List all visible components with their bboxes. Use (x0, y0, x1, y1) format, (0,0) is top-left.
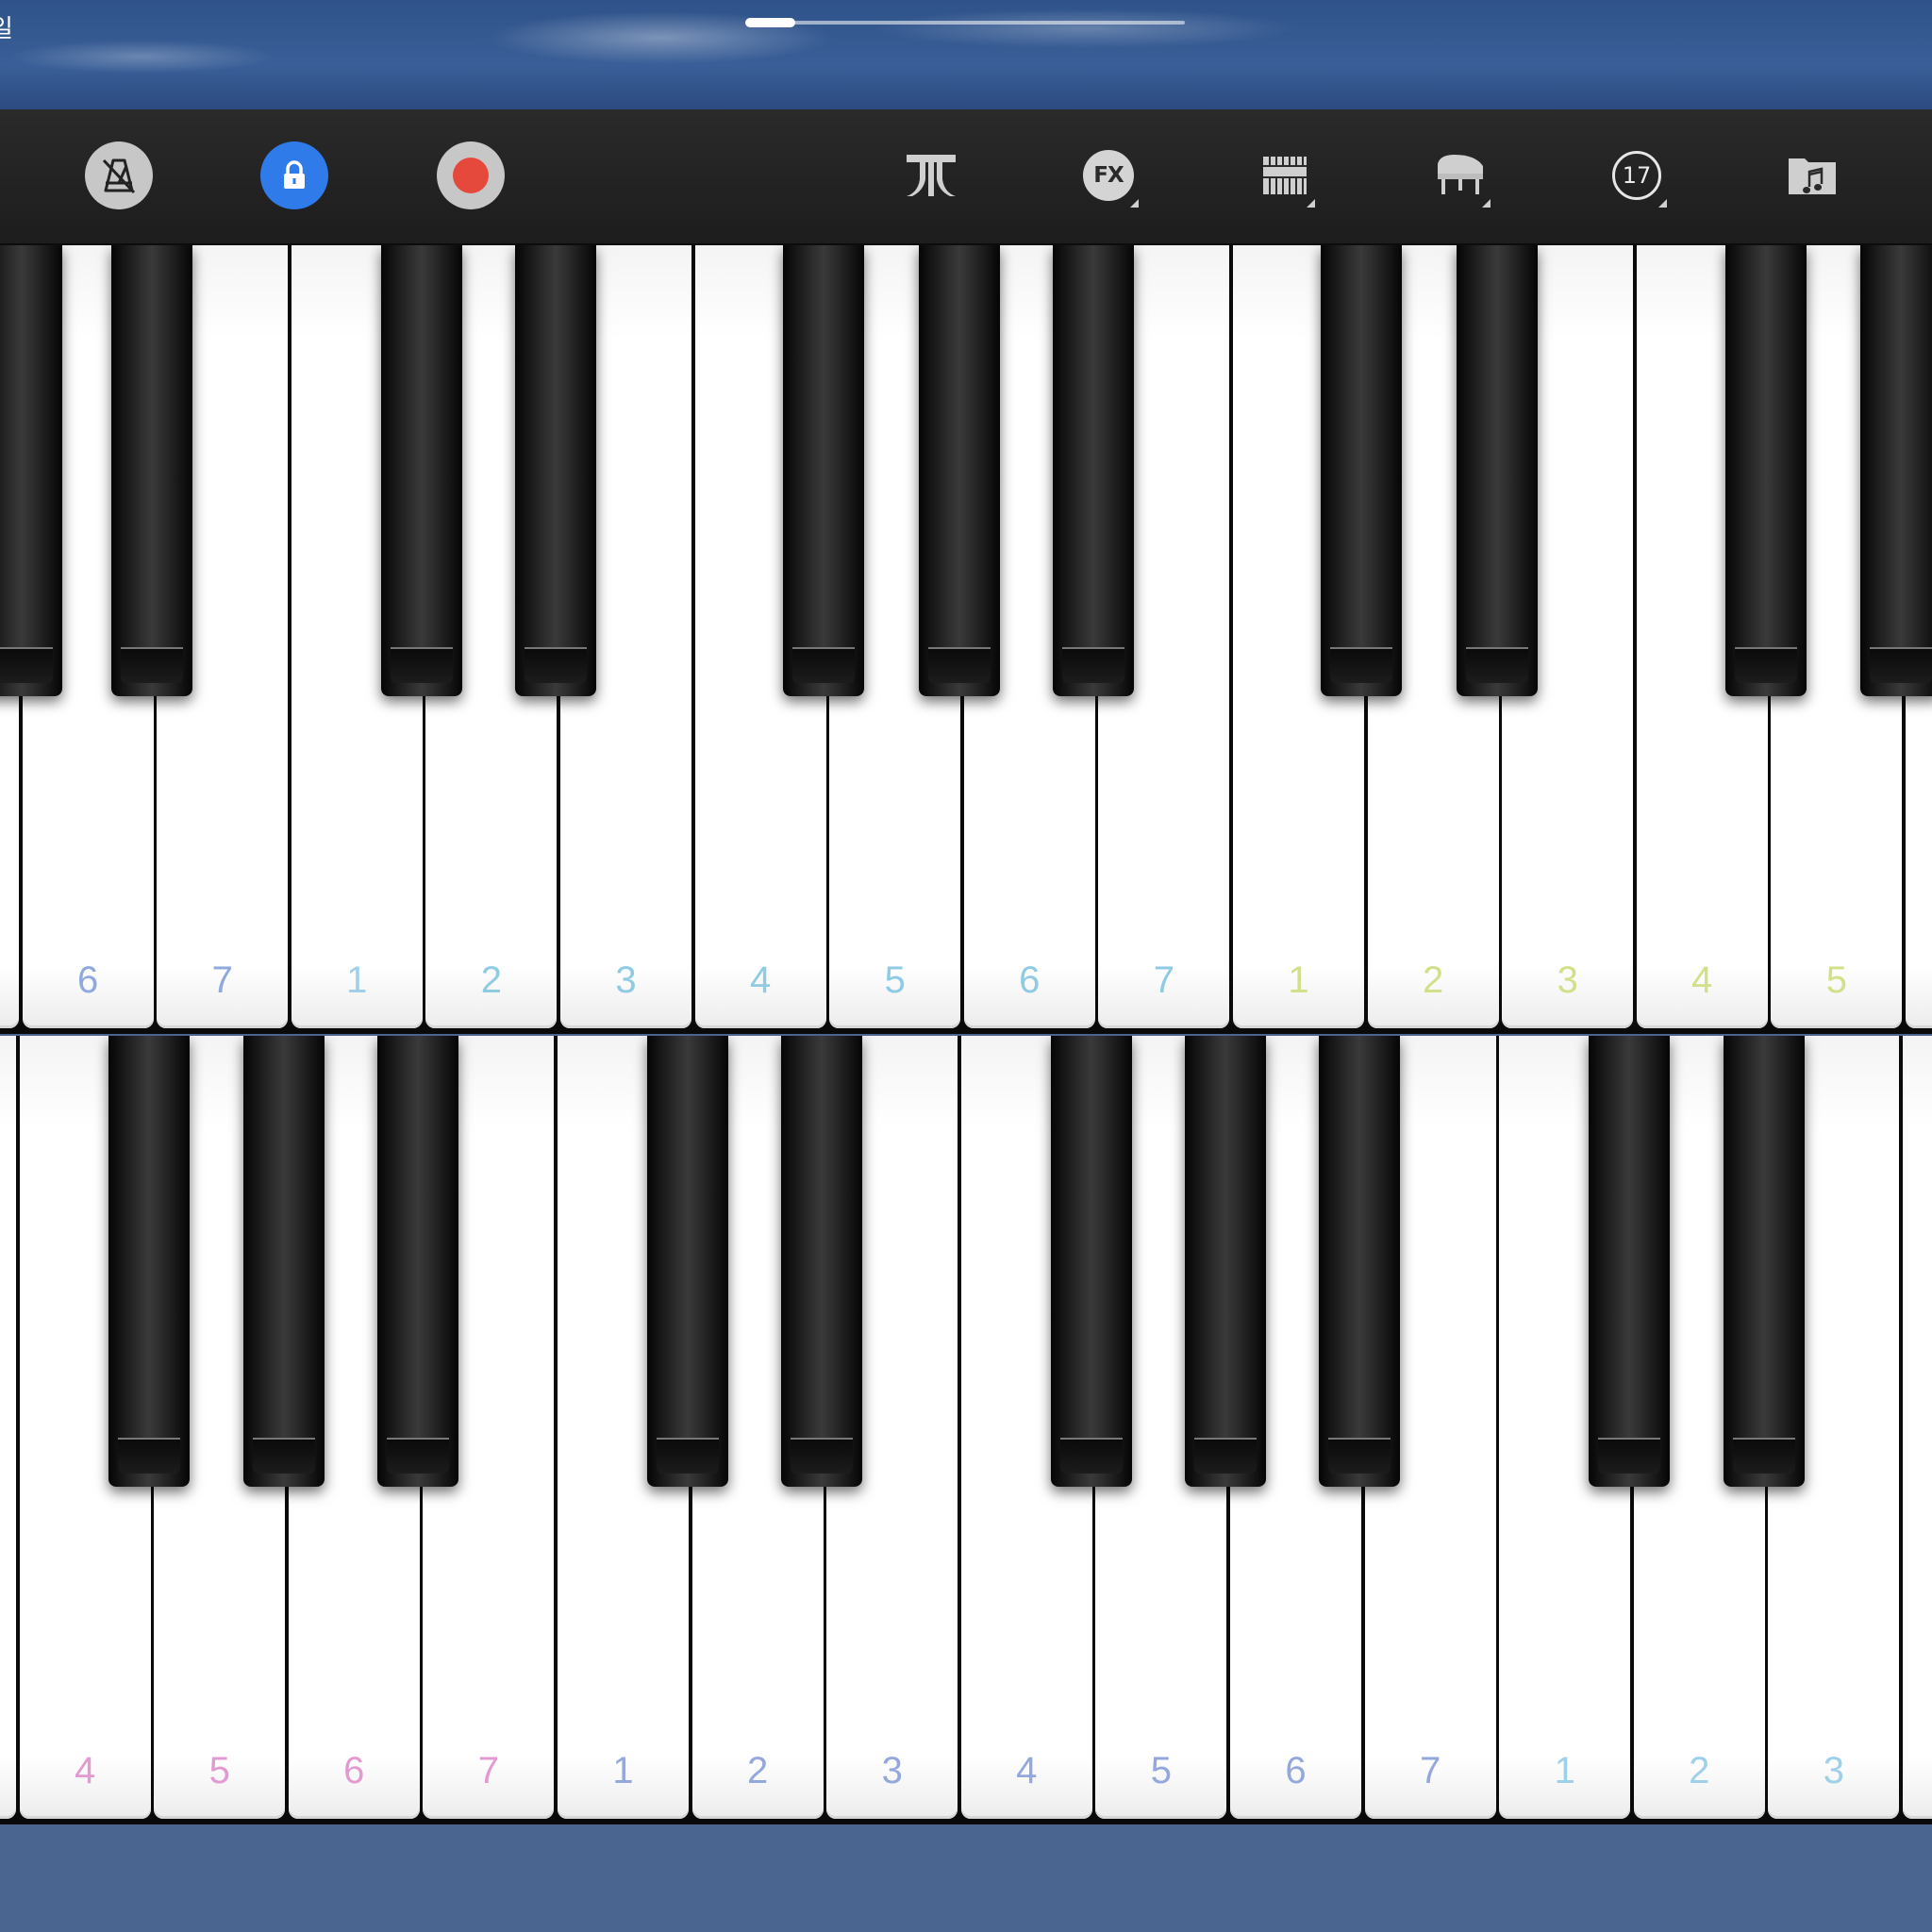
note-label: 2 (1689, 1750, 1710, 1791)
note-label: 7 (211, 959, 233, 1001)
dropdown-indicator-icon (1307, 199, 1315, 208)
note-label: 4 (74, 1750, 96, 1791)
metronome-off-icon (102, 158, 136, 194)
record-icon (453, 158, 489, 193)
note-label: 3 (1823, 1750, 1845, 1791)
black-key[interactable] (381, 245, 462, 696)
note-label: 1 (346, 959, 368, 1001)
black-key[interactable] (1185, 1036, 1266, 1487)
upper-keyboard: 6 7 1 2 3 4 5 6 7 1 2 3 4 5 (0, 245, 1932, 1034)
white-key[interactable] (0, 1036, 16, 1819)
sustain-pedal-icon (907, 155, 956, 196)
black-key[interactable] (1053, 245, 1134, 696)
black-key[interactable] (1725, 245, 1807, 696)
sustain-button[interactable] (897, 142, 965, 209)
number-circle-icon: 17 (1612, 151, 1661, 200)
black-key[interactable] (515, 245, 596, 696)
black-key[interactable] (919, 245, 1000, 696)
keyboard-icon (1263, 157, 1307, 194)
note-label: 7 (1153, 959, 1175, 1001)
black-key[interactable] (1860, 245, 1932, 696)
dropdown-indicator-icon (1658, 199, 1667, 208)
black-key[interactable] (1319, 1036, 1400, 1487)
note-label: 2 (480, 959, 503, 1001)
fx-button[interactable]: FX (1074, 142, 1142, 209)
note-label: 2 (746, 1750, 769, 1791)
lock-icon (284, 160, 305, 189)
note-label: 1 (1554, 1750, 1575, 1791)
note-label: 5 (1825, 959, 1848, 1001)
black-key[interactable] (647, 1036, 728, 1487)
note-label: 6 (343, 1750, 365, 1791)
songs-button[interactable] (1778, 142, 1846, 209)
white-key[interactable] (1903, 1036, 1932, 1819)
keyboard-layout-button[interactable] (1251, 142, 1319, 209)
note-label: 4 (749, 959, 772, 1001)
note-label: 6 (1019, 959, 1041, 1001)
note-label: 3 (881, 1750, 903, 1791)
note-label: 5 (1150, 1750, 1173, 1791)
black-key[interactable] (243, 1036, 325, 1487)
black-key[interactable] (108, 1036, 190, 1487)
note-label: 7 (477, 1750, 500, 1791)
black-key[interactable] (781, 1036, 862, 1487)
slider-thumb[interactable] (745, 18, 795, 27)
black-key[interactable] (1724, 1036, 1805, 1487)
music-folder-icon (1789, 158, 1836, 194)
note-label: 1 (612, 1750, 634, 1791)
note-label: 4 (1016, 1750, 1038, 1791)
black-key[interactable] (1051, 1036, 1132, 1487)
note-label: 3 (615, 959, 637, 1001)
keyboard-position-slider[interactable] (745, 18, 1185, 27)
note-label: 3 (1557, 959, 1578, 1001)
record-button[interactable] (437, 142, 505, 209)
note-label: 4 (1691, 959, 1713, 1001)
note-label: 7 (1419, 1750, 1441, 1791)
black-key[interactable] (1321, 245, 1402, 696)
note-label: 5 (208, 1750, 230, 1791)
key-count-button[interactable]: 17 (1603, 142, 1671, 209)
note-label: 1 (1288, 959, 1309, 1001)
black-key[interactable] (1457, 245, 1538, 696)
black-key[interactable] (783, 245, 864, 696)
fx-icon: FX (1083, 150, 1134, 201)
black-key[interactable] (0, 245, 62, 696)
wallpaper-background: 일 (0, 0, 1932, 109)
black-key[interactable] (1589, 1036, 1670, 1487)
note-label: 5 (884, 959, 906, 1001)
lower-keyboard: 4 5 6 7 1 2 3 4 5 6 7 1 2 3 (0, 1036, 1932, 1824)
instrument-button[interactable] (1426, 142, 1494, 209)
black-key[interactable] (377, 1036, 458, 1487)
grand-piano-icon (1438, 155, 1483, 194)
dropdown-indicator-icon (1130, 199, 1139, 208)
black-key[interactable] (111, 245, 192, 696)
note-label: 6 (76, 959, 99, 1001)
note-label: 2 (1422, 959, 1444, 1001)
toolbar: FX 17 (0, 109, 1932, 245)
status-text: 일 (0, 15, 13, 43)
lock-button[interactable] (260, 142, 328, 209)
metronome-button[interactable] (85, 142, 153, 209)
note-label: 6 (1285, 1750, 1307, 1791)
dropdown-indicator-icon (1482, 199, 1491, 208)
